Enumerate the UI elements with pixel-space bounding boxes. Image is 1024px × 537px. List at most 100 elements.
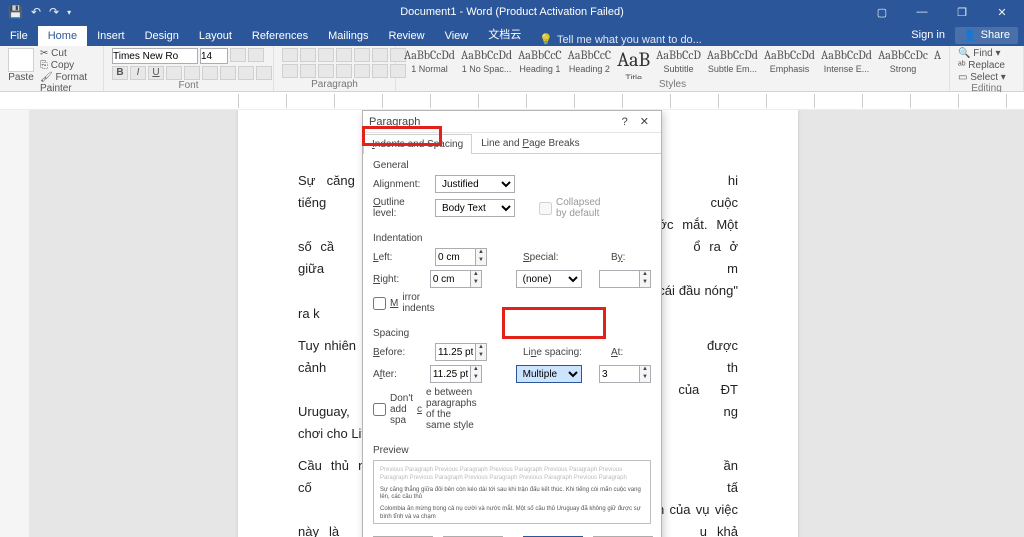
style-title[interactable]: AaBTitle	[617, 48, 650, 79]
bold-button[interactable]: B	[112, 66, 128, 80]
increase-indent-button[interactable]	[354, 48, 370, 62]
right-indent-input[interactable]	[430, 270, 470, 288]
tab-layout[interactable]: Layout	[189, 26, 242, 46]
ribbon-options-icon[interactable]: ▢	[864, 6, 900, 19]
after-label: After:	[373, 369, 424, 380]
save-icon[interactable]: 💾	[8, 5, 23, 19]
tab-insert[interactable]: Insert	[87, 26, 135, 46]
redo-icon[interactable]: ↷	[49, 5, 59, 19]
style-1-no-spac-[interactable]: AaBbCcDd1 No Spac...	[461, 48, 512, 74]
multilevel-button[interactable]	[318, 48, 334, 62]
tab-references[interactable]: References	[242, 26, 318, 46]
shrink-font-icon[interactable]	[248, 48, 264, 62]
after-input[interactable]	[430, 365, 470, 383]
collapsed-checkbox: Collapsed by default	[539, 197, 595, 219]
share-button[interactable]: 👤Share	[955, 27, 1018, 44]
replace-button[interactable]: ᵃᵇ Replace	[958, 60, 1006, 71]
justify-button[interactable]	[336, 64, 352, 78]
alignment-select[interactable]: Justified	[435, 175, 515, 193]
subscript-button[interactable]	[184, 66, 200, 80]
style-strong[interactable]: AaBbCcDcStrong	[878, 48, 928, 74]
cut-button[interactable]: ✂ Cut	[40, 48, 95, 59]
style-emphasis[interactable]: AaBbCcDdEmphasis	[764, 48, 815, 74]
style-quote[interactable]: AaBbCcDdQuote	[934, 48, 941, 74]
special-select[interactable]: (none)	[516, 270, 582, 288]
tab-mailings[interactable]: Mailings	[318, 26, 378, 46]
left-indent-label: Left:	[373, 252, 429, 263]
tab-home[interactable]: Home	[38, 26, 87, 46]
dialog-tab-breaks[interactable]: Line and Page Breaks	[472, 133, 588, 153]
bullets-button[interactable]	[282, 48, 298, 62]
group-editing: 🔍 Find ▾ ᵃᵇ Replace ▭ Select ▾ Editing	[950, 46, 1024, 91]
tab-file[interactable]: File	[0, 26, 38, 46]
paste-button[interactable]: Paste	[8, 48, 34, 83]
minimize-icon[interactable]: —	[904, 6, 940, 19]
style-subtle-em-[interactable]: AaBbCcDdSubtle Em...	[707, 48, 758, 74]
help-icon[interactable]: ?	[616, 116, 634, 128]
style-heading-1[interactable]: AaBbCcCHeading 1	[518, 48, 562, 74]
vertical-ruler[interactable]	[0, 110, 30, 537]
style-1-normal[interactable]: AaBbCcDd1 Normal	[404, 48, 455, 74]
strike-button[interactable]	[166, 66, 182, 80]
sort-button[interactable]	[372, 48, 388, 62]
shading-button[interactable]	[372, 64, 388, 78]
numbering-button[interactable]	[300, 48, 316, 62]
italic-button[interactable]: I	[130, 66, 146, 80]
style-heading-2[interactable]: AaBbCcCHeading 2	[568, 48, 612, 74]
dialog-title: Paragraph	[369, 116, 420, 128]
group-label: Styles	[404, 79, 941, 91]
style-intense-e-[interactable]: AaBbCcDdIntense E...	[821, 48, 872, 74]
decrease-indent-button[interactable]	[336, 48, 352, 62]
tab-review[interactable]: Review	[379, 26, 435, 46]
tab-acrobat[interactable]: 文档云	[478, 22, 531, 46]
superscript-button[interactable]	[202, 66, 218, 80]
align-right-button[interactable]	[318, 64, 334, 78]
group-label: Font	[112, 80, 265, 92]
dialog-tab-indents[interactable]: Indents and Spacing	[363, 134, 472, 154]
font-family-combo[interactable]	[112, 48, 198, 64]
horizontal-ruler[interactable]	[0, 92, 1024, 110]
find-button[interactable]: 🔍 Find ▾	[958, 48, 1006, 59]
undo-icon[interactable]: ↶	[31, 5, 41, 19]
qat-dropdown-icon[interactable]: ▾	[67, 8, 71, 17]
line-spacing-button[interactable]	[354, 64, 370, 78]
preview-box: Previous Paragraph Previous Paragraph Pr…	[373, 460, 651, 524]
close-icon[interactable]: ✕	[984, 6, 1020, 19]
underline-button[interactable]: U	[148, 66, 164, 80]
grow-font-icon[interactable]	[230, 48, 246, 62]
maximize-icon[interactable]: ❐	[944, 6, 980, 19]
left-indent-input[interactable]	[435, 248, 475, 266]
by-label: By:	[611, 252, 635, 263]
format-painter-button[interactable]: 🖌 Format Painter	[40, 72, 95, 94]
by-input[interactable]	[599, 270, 639, 288]
style-subtitle[interactable]: AaBbCcDSubtitle	[656, 48, 701, 74]
window-title: Document1 - Word (Product Activation Fai…	[400, 6, 624, 18]
section-spacing: Spacing	[373, 328, 651, 339]
highlight-button[interactable]	[238, 66, 254, 80]
font-color-button[interactable]	[256, 66, 272, 80]
select-button[interactable]: ▭ Select ▾	[958, 72, 1006, 83]
dialog-close-icon[interactable]: ✕	[634, 115, 655, 128]
group-styles: AaBbCcDd1 NormalAaBbCcDd1 No Spac...AaBb…	[396, 46, 950, 91]
document-area: Sự căng thxxxxxxxxxxxxxxxxxxxxxxxxxxxxxx…	[0, 110, 1024, 537]
before-input[interactable]	[435, 343, 475, 361]
group-label: Paragraph	[282, 79, 387, 91]
align-left-button[interactable]	[282, 64, 298, 78]
outline-select[interactable]: Body Text	[435, 199, 515, 217]
mirror-indents-checkbox[interactable]: Mirror indents	[373, 292, 429, 314]
line-spacing-label: Line spacing:	[523, 347, 587, 358]
line-spacing-select[interactable]: Multiple	[516, 365, 582, 383]
sign-in-link[interactable]: Sign in	[911, 29, 945, 41]
text-effects-button[interactable]	[220, 66, 236, 80]
dont-add-space-checkbox[interactable]: Don't add space between paragraphs of th…	[373, 387, 429, 431]
font-size-combo[interactable]	[200, 48, 228, 64]
paste-icon	[8, 48, 34, 72]
align-center-button[interactable]	[300, 64, 316, 78]
at-input[interactable]	[599, 365, 639, 383]
tab-view[interactable]: View	[435, 26, 479, 46]
share-icon: 👤	[963, 29, 977, 42]
group-clipboard: Paste ✂ Cut ⎘ Copy 🖌 Format Painter Clip…	[0, 46, 104, 91]
tell-me[interactable]: 💡Tell me what you want to do...	[539, 33, 702, 46]
copy-button[interactable]: ⎘ Copy	[40, 60, 95, 71]
tab-design[interactable]: Design	[135, 26, 189, 46]
